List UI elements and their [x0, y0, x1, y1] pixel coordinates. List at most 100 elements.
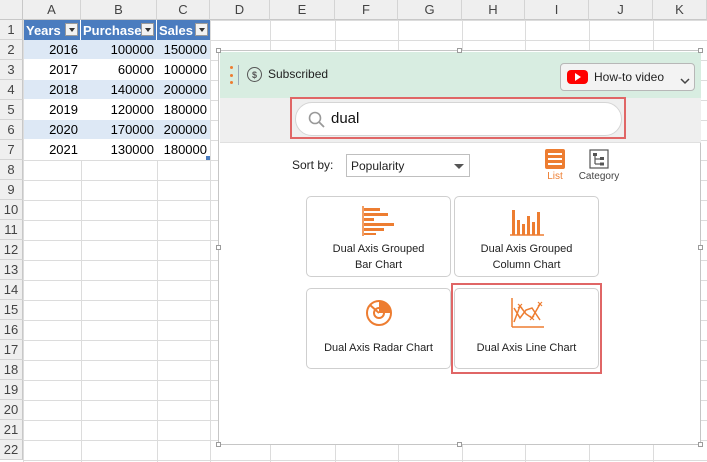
table-cell[interactable]: 120000 [81, 100, 157, 120]
row-header[interactable]: 18 [0, 360, 23, 380]
row-header[interactable]: 10 [0, 200, 23, 220]
table-header-sales[interactable]: Sales [157, 20, 210, 40]
table-resize-handle[interactable] [206, 156, 210, 160]
table-cell[interactable]: 2017 [24, 60, 81, 80]
resize-handle[interactable] [457, 48, 462, 53]
column-header[interactable]: D [210, 0, 270, 20]
card-label: Dual Axis Line Chart [476, 342, 577, 354]
youtube-icon [567, 70, 588, 84]
table-cell[interactable]: 170000 [81, 120, 157, 140]
row-header[interactable]: 1 [0, 20, 23, 40]
table-cell[interactable]: 140000 [81, 80, 157, 100]
resize-handle[interactable] [216, 48, 221, 53]
card-label: Dual Axis Radar Chart [324, 342, 433, 354]
column-header[interactable]: I [525, 0, 589, 20]
table-cell[interactable]: 2020 [24, 120, 81, 140]
row-header[interactable]: 6 [0, 120, 23, 140]
search-value: dual [331, 110, 360, 127]
row-header[interactable]: 15 [0, 300, 23, 320]
table-cell[interactable]: 130000 [81, 140, 157, 160]
card-label-line2: Bar Chart [354, 259, 403, 271]
row-header[interactable]: 17 [0, 340, 23, 360]
chevron-down-icon [680, 72, 690, 90]
row-header[interactable]: 13 [0, 260, 23, 280]
row-header[interactable]: 22 [0, 440, 23, 460]
resize-handle[interactable] [216, 442, 221, 447]
view-category-button[interactable]: Category [574, 147, 624, 185]
table-cell[interactable]: 2021 [24, 140, 81, 160]
list-icon [545, 149, 565, 169]
row-header[interactable]: 5 [0, 100, 23, 120]
radar-chart-icon [364, 298, 394, 328]
table-cell[interactable]: 180000 [157, 140, 210, 160]
resize-handle[interactable] [457, 442, 462, 447]
table-cell[interactable]: 2018 [24, 80, 81, 100]
list-label: List [547, 171, 563, 182]
select-all-corner[interactable] [0, 0, 23, 20]
subscription-status: Subscribed [268, 67, 329, 81]
dropdown-arrow-icon [454, 164, 464, 169]
table-cell[interactable]: 150000 [157, 40, 210, 60]
row-header[interactable]: 2 [0, 40, 23, 60]
table-cell[interactable]: 2019 [24, 100, 81, 120]
chart-card-dual-axis-grouped-bar[interactable]: Dual Axis Grouped Bar Chart [306, 196, 451, 277]
card-label-line2: Column Chart [492, 259, 561, 271]
table-cell[interactable]: 100000 [157, 60, 210, 80]
search-band: dual [220, 97, 701, 143]
drag-handle-icon[interactable] [230, 66, 233, 84]
table-cell[interactable]: 200000 [157, 80, 210, 100]
row-header[interactable]: 9 [0, 180, 23, 200]
row-header[interactable]: 3 [0, 60, 23, 80]
row-header[interactable]: 20 [0, 400, 23, 420]
table-cell[interactable]: 60000 [81, 60, 157, 80]
card-label-line1: Dual Axis Grouped [480, 243, 573, 255]
chart-card-dual-axis-line[interactable]: Dual Axis Line Chart [454, 288, 599, 369]
filter-dropdown-icon[interactable] [195, 23, 208, 36]
column-header[interactable]: A [23, 0, 81, 20]
grouped-bar-chart-icon [361, 206, 396, 236]
line-chart-icon [510, 298, 544, 328]
table-cell[interactable]: 200000 [157, 120, 210, 140]
column-header[interactable]: C [157, 0, 210, 20]
view-list-button[interactable]: List [539, 147, 571, 185]
category-tree-icon [589, 149, 609, 169]
column-header[interactable]: F [335, 0, 398, 20]
resize-handle[interactable] [698, 48, 703, 53]
row-header[interactable]: 11 [0, 220, 23, 240]
row-header[interactable]: 14 [0, 280, 23, 300]
resize-handle[interactable] [216, 245, 221, 250]
table-header-years[interactable]: Years [24, 20, 81, 40]
filter-dropdown-icon[interactable] [65, 23, 78, 36]
column-header[interactable]: H [462, 0, 525, 20]
resize-handle[interactable] [698, 442, 703, 447]
card-label-line1: Dual Axis Grouped [332, 243, 425, 255]
column-header[interactable]: E [270, 0, 335, 20]
header-text: Years [26, 22, 61, 38]
search-input[interactable]: dual [295, 102, 622, 136]
row-header[interactable]: 16 [0, 320, 23, 340]
filter-dropdown-icon[interactable] [141, 23, 154, 36]
column-header[interactable]: B [81, 0, 157, 20]
column-header[interactable]: G [398, 0, 462, 20]
row-header[interactable]: 19 [0, 380, 23, 400]
row-header[interactable]: 7 [0, 140, 23, 160]
chart-card-dual-axis-radar[interactable]: Dual Axis Radar Chart [306, 288, 451, 369]
column-header[interactable]: J [589, 0, 653, 20]
row-header[interactable]: 8 [0, 160, 23, 180]
row-header[interactable]: 4 [0, 80, 23, 100]
sort-select[interactable]: Popularity [346, 154, 470, 177]
how-to-video-button[interactable]: How-to video [560, 63, 695, 91]
column-header[interactable]: K [653, 0, 707, 20]
header-text: Sales [159, 22, 193, 38]
table-cell[interactable]: 2016 [24, 40, 81, 60]
row-header[interactable]: 21 [0, 420, 23, 440]
panel-top-bar: $ Subscribed How-to video [220, 52, 701, 98]
table-header-purchase[interactable]: Purchase [81, 20, 157, 40]
row-header[interactable]: 12 [0, 240, 23, 260]
table-cell[interactable]: 180000 [157, 100, 210, 120]
chart-card-dual-axis-grouped-column[interactable]: Dual Axis Grouped Column Chart [454, 196, 599, 277]
table-cell[interactable]: 100000 [81, 40, 157, 60]
resize-handle[interactable] [698, 245, 703, 250]
search-icon [308, 111, 326, 134]
sort-selected-value: Popularity [351, 159, 405, 173]
